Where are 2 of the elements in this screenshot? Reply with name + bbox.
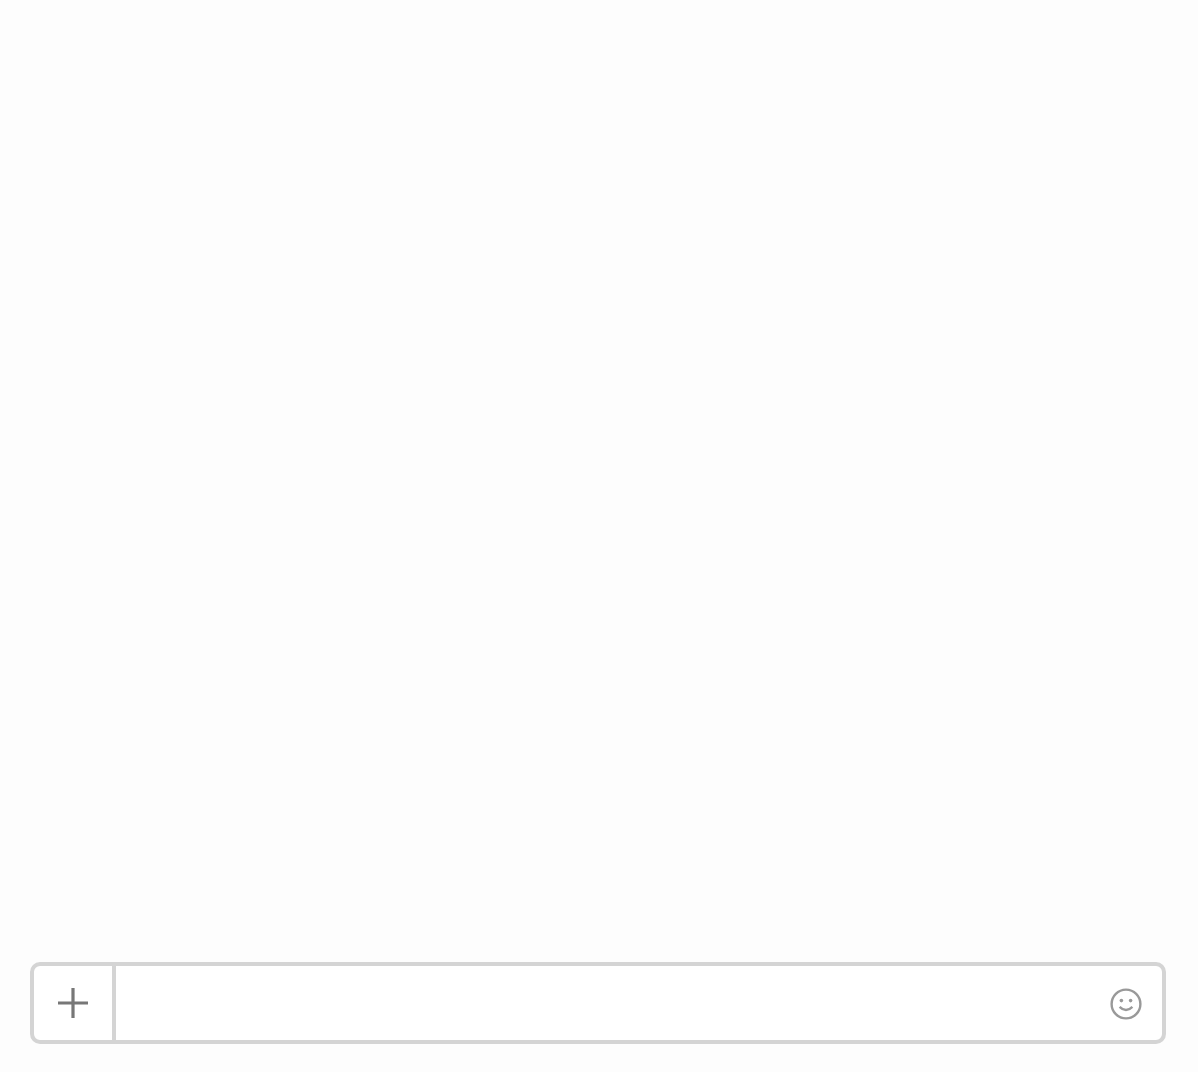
smiley-icon bbox=[1110, 987, 1142, 1019]
plus-icon bbox=[58, 988, 88, 1018]
